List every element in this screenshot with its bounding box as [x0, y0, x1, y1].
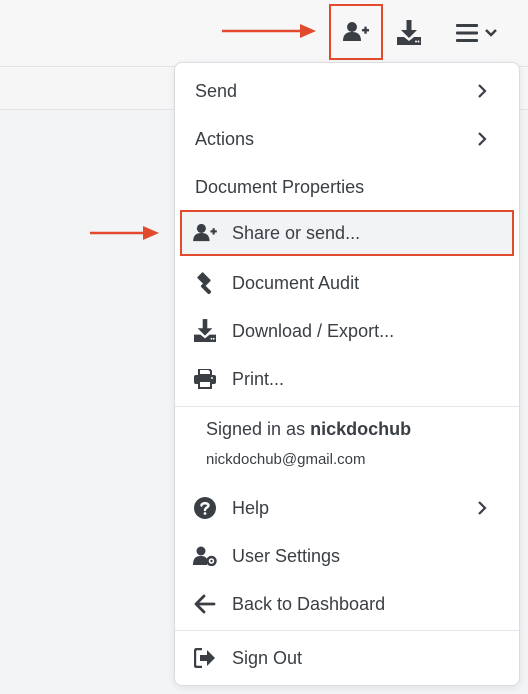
share-button[interactable]	[329, 4, 383, 60]
download-icon	[397, 20, 421, 45]
menu-item-download-export[interactable]: Download / Export...	[175, 311, 519, 351]
menu-item-label: Help	[232, 497, 270, 518]
sign-out-icon	[193, 646, 217, 670]
menu-item-label: Print...	[232, 368, 285, 389]
menu-item-share-or-send[interactable]: Share or send...	[180, 210, 514, 256]
menu-item-label: Back to Dashboard	[232, 593, 386, 614]
user-plus-icon	[343, 22, 369, 41]
menu-item-label: Send	[195, 80, 238, 101]
menu-item-label: Actions	[195, 128, 255, 149]
main-menu-button[interactable]	[446, 10, 508, 56]
signed-in-username: nickdochub	[310, 419, 412, 439]
menu-item-label: Document Properties	[195, 176, 365, 197]
download-icon	[193, 319, 217, 343]
chevron-right-icon	[478, 84, 487, 98]
user-gear-icon	[193, 544, 217, 568]
menu-item-user-settings[interactable]: User Settings	[175, 536, 519, 576]
printer-icon	[193, 367, 217, 391]
annotation-arrow-top	[222, 24, 316, 38]
question-circle-icon	[193, 496, 217, 520]
chevron-right-icon	[478, 132, 487, 146]
annotation-arrow-menu	[90, 226, 159, 240]
signed-in-prefix: Signed in as	[206, 419, 311, 439]
menu-item-label: Download / Export...	[232, 320, 395, 341]
menu-item-document-properties[interactable]: Document Properties	[175, 167, 519, 207]
menu-item-print[interactable]: Print...	[175, 359, 519, 399]
arrow-left-icon	[193, 592, 217, 616]
main-menu-dropdown: Send Actions Document Properties Share o…	[174, 62, 520, 686]
user-plus-icon	[193, 221, 217, 245]
menu-item-document-audit[interactable]: Document Audit	[175, 263, 519, 303]
chevron-right-icon	[478, 501, 487, 515]
menu-item-label: Share or send...	[232, 222, 361, 243]
menu-item-label: User Settings	[232, 545, 341, 566]
gavel-icon	[193, 271, 217, 295]
menu-item-send[interactable]: Send	[175, 71, 519, 111]
chevron-down-icon	[485, 29, 497, 37]
download-button[interactable]	[389, 10, 429, 56]
menu-item-help[interactable]: Help	[175, 488, 519, 528]
menu-item-sign-out[interactable]: Sign Out	[175, 638, 519, 678]
menu-item-label: Sign Out	[232, 647, 303, 668]
hamburger-icon	[456, 24, 478, 42]
account-email: nickdochub@gmail.com	[206, 451, 366, 468]
signed-in-label: Signed in as nickdochub	[206, 419, 411, 440]
menu-divider	[175, 630, 519, 631]
menu-item-actions[interactable]: Actions	[175, 119, 519, 159]
menu-item-label: Document Audit	[232, 272, 360, 293]
menu-divider	[175, 406, 519, 407]
menu-item-back-to-dashboard[interactable]: Back to Dashboard	[175, 584, 519, 624]
